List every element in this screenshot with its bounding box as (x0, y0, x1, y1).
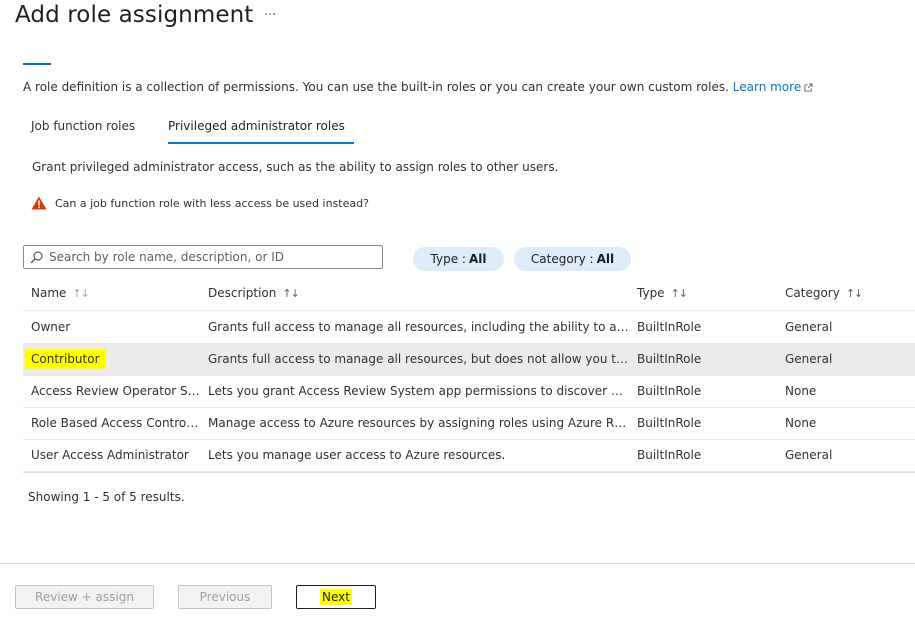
external-link-icon (804, 83, 813, 92)
page-title: Add role assignment (15, 2, 254, 28)
search-box[interactable] (23, 245, 383, 269)
table-row[interactable]: Owner Grants full access to manage all r… (23, 312, 915, 344)
sort-icon: ↑↓ (845, 286, 863, 300)
role-name: Access Review Operator Service Role (31, 384, 201, 398)
review-assign-button[interactable]: Review + assign (15, 585, 154, 609)
learn-more-label: Learn more (732, 80, 802, 94)
role-name: Role Based Access Control Administrator (31, 416, 201, 430)
table-row[interactable]: User Access Administrator Lets you manag… (23, 440, 915, 472)
role-name: User Access Administrator (31, 448, 189, 462)
role-name: Owner (31, 320, 71, 334)
column-header-description[interactable]: Description ↑↓ (208, 286, 300, 300)
role-category: General (785, 320, 833, 334)
role-type: BuiltInRole (637, 416, 702, 430)
next-button[interactable]: Next (296, 585, 376, 609)
intro-description: A role definition is a collection of per… (23, 80, 729, 94)
category-filter-pill[interactable]: Category : All (514, 247, 631, 271)
previous-button[interactable]: Previous (178, 585, 272, 609)
warning-text: Can a job function role with less access… (55, 196, 369, 210)
role-type: BuiltInRole (637, 448, 702, 462)
role-category: General (785, 352, 833, 366)
footer-divider (0, 563, 915, 564)
selected-tab-indicator (168, 142, 354, 144)
role-description: Grants full access to manage all resourc… (208, 352, 629, 366)
role-category: None (785, 384, 817, 398)
table-row[interactable]: Contributor Grants full access to manage… (23, 344, 915, 376)
type-filter-pill[interactable]: Type : All (413, 247, 504, 271)
role-description: Lets you grant Access Review System app … (208, 384, 629, 398)
role-description: Manage access to Azure resources by assi… (208, 416, 629, 430)
tab-description: Grant privileged administrator access, s… (32, 160, 559, 174)
role-category: None (785, 416, 817, 430)
role-type: BuiltInRole (637, 320, 702, 334)
column-header-category-label: Category (785, 286, 840, 300)
role-type: BuiltInRole (637, 352, 702, 366)
warning-icon (31, 196, 47, 210)
role-description: Lets you manage user access to Azure res… (208, 448, 506, 462)
learn-more-link[interactable]: Learn more (733, 80, 813, 94)
role-name-cell: Contributor (25, 349, 201, 369)
warning-message: Can a job function role with less access… (31, 196, 369, 210)
intro-text: A role definition is a collection of per… (23, 80, 813, 94)
type-filter-value: All (468, 252, 487, 266)
search-icon (30, 250, 43, 263)
column-header-type-label: Type (637, 286, 665, 300)
type-filter-label: Type : (430, 252, 466, 266)
next-button-label: Next (320, 589, 352, 605)
column-header-type[interactable]: Type ↑↓ (637, 286, 688, 300)
column-header-name-label: Name (31, 286, 67, 300)
role-description: Grants full access to manage all resourc… (208, 320, 629, 334)
sort-icon: ↑↓ (72, 286, 89, 300)
category-filter-value: All (596, 252, 615, 266)
grid-bottom-divider (23, 472, 915, 473)
tab-job-function-roles[interactable]: Job function roles (31, 119, 135, 133)
column-header-description-label: Description (208, 286, 277, 300)
role-type: BuiltInRole (637, 384, 702, 398)
role-category: General (785, 448, 833, 462)
column-header-name[interactable]: Name ↑↓ (31, 286, 90, 300)
sort-icon: ↑↓ (282, 286, 299, 300)
more-options-icon[interactable]: ··· (264, 8, 276, 23)
search-input[interactable] (49, 250, 369, 264)
category-filter-label: Category : (530, 252, 594, 266)
results-count: Showing 1 - 5 of 5 results. (28, 490, 185, 504)
table-row[interactable]: Role Based Access Control Administrator … (23, 408, 915, 440)
tab-privileged-administrator-roles[interactable]: Privileged administrator roles (168, 119, 345, 133)
sort-icon: ↑↓ (670, 286, 688, 300)
title-accent-line (23, 63, 51, 65)
grid-header: Name ↑↓ Description ↑↓ Type ↑↓ Category ↑↓ (23, 279, 915, 311)
column-header-category[interactable]: Category ↑↓ (785, 286, 863, 300)
table-row[interactable]: Access Review Operator Service Role Lets… (23, 376, 915, 408)
role-name: Contributor (25, 349, 106, 369)
